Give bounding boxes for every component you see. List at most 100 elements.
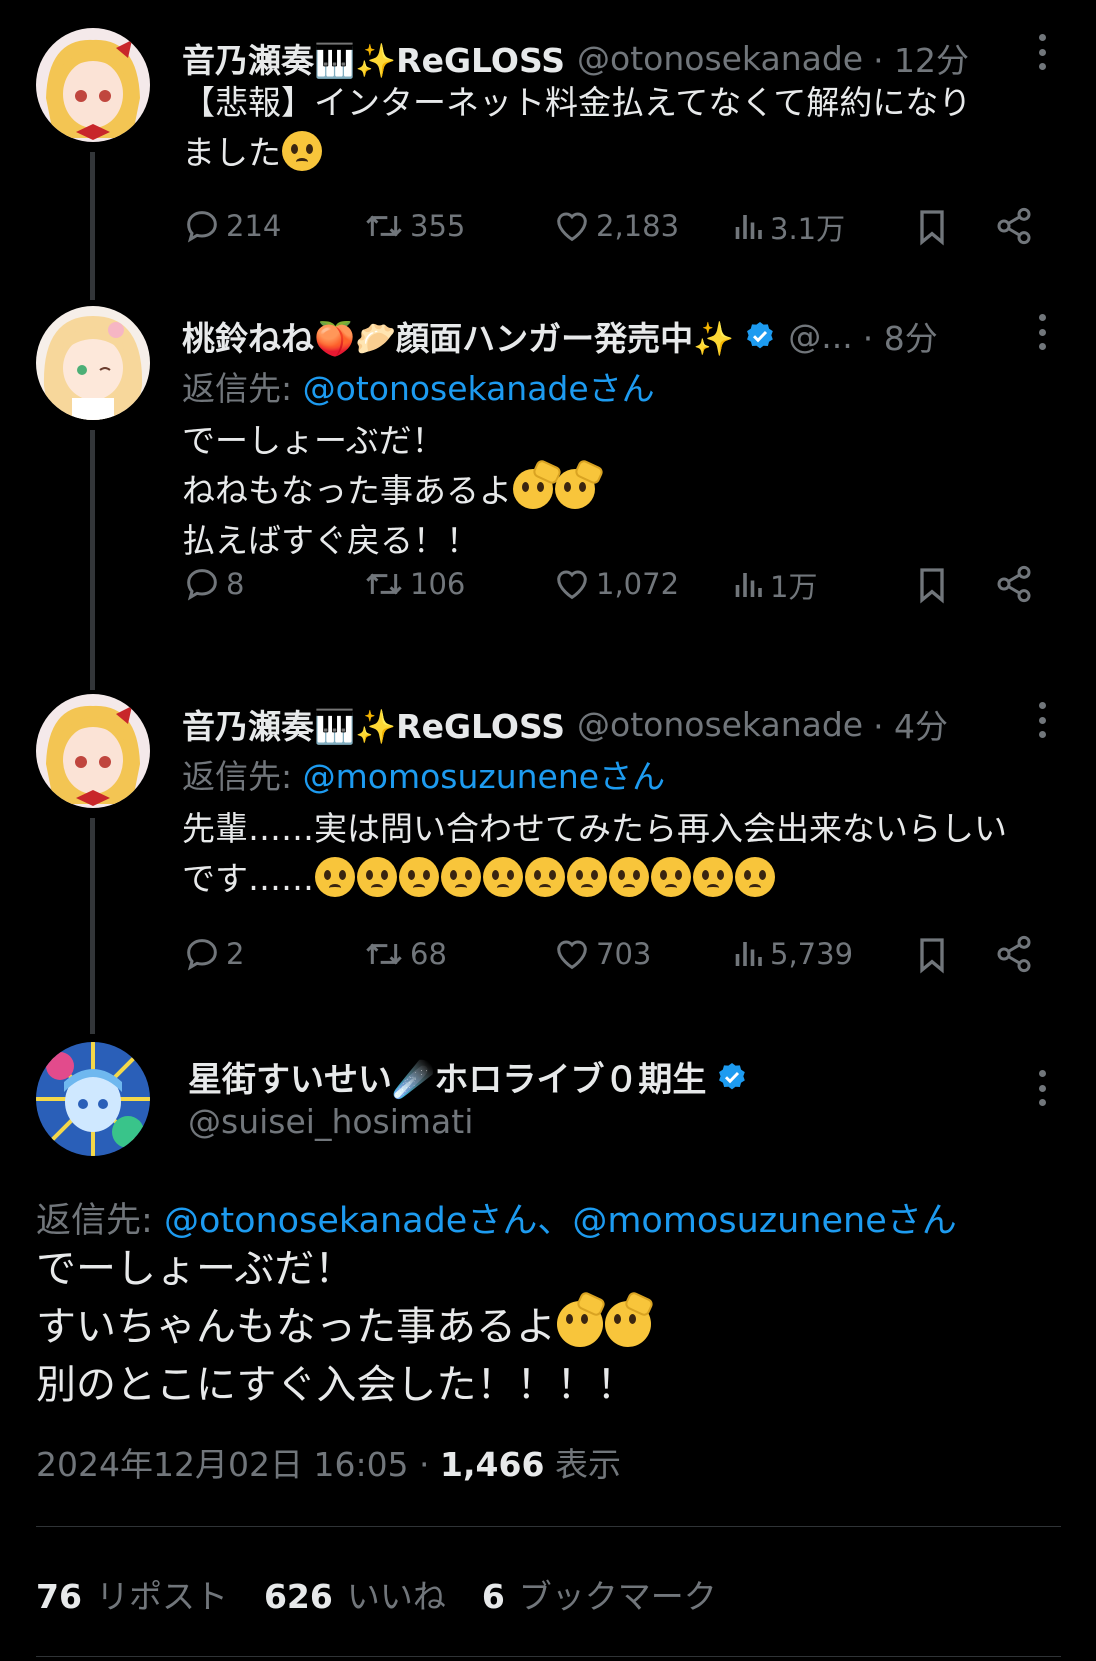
view-label: 表示 <box>554 1445 621 1484</box>
like-button[interactable]: 2,183 <box>552 206 679 246</box>
like-count: 703 <box>596 937 652 971</box>
author-name[interactable]: 桃鈴ねね🍑🥟顔面ハンガー発売中✨ <box>182 312 734 360</box>
bookmarks-count: 6 <box>481 1577 505 1616</box>
view-count: 1,466 <box>440 1445 545 1484</box>
more-icon[interactable] <box>1038 702 1046 738</box>
author-name[interactable]: 音乃瀬奏🎹✨ReGLOSS <box>182 700 565 748</box>
author-handle[interactable]: @otonosekanade <box>577 39 863 78</box>
verified-icon <box>719 1062 746 1089</box>
pleading-face-emoji <box>567 857 607 897</box>
reply-icon <box>187 569 217 601</box>
author-handle[interactable]: @otonosekanade <box>577 705 863 744</box>
likes-stat[interactable]: 626 いいね <box>264 1570 446 1618</box>
avatar[interactable] <box>36 28 150 142</box>
more-icon[interactable] <box>1038 34 1046 70</box>
timestamp[interactable]: · 8分 <box>863 312 938 360</box>
more-icon[interactable] <box>1038 1070 1046 1106</box>
reply-to-link[interactable]: @momosuzuneneさん <box>303 757 665 796</box>
reply-count: 214 <box>226 209 282 243</box>
share-button[interactable] <box>994 934 1038 974</box>
share-button[interactable] <box>994 564 1038 604</box>
reposts-stat[interactable]: 76 リポスト <box>36 1570 228 1618</box>
avatar[interactable] <box>36 694 150 808</box>
bookmark-icon <box>920 568 944 604</box>
tweet-line: 先輩……実は問い合わせてみたら再入会出来ないらしい <box>182 809 1007 848</box>
reply-to-link[interactable]: @otonosekanadeさん <box>303 369 655 408</box>
pleading-face-emoji <box>651 857 691 897</box>
avatar[interactable] <box>36 1042 150 1156</box>
like-button[interactable]: 1,072 <box>552 564 679 604</box>
post-date[interactable]: 2024年12月02日 16:05 · <box>36 1445 430 1484</box>
repost-button[interactable]: 355 <box>362 206 465 246</box>
saluting-face-emoji <box>605 1301 651 1347</box>
tweet-meta: 2024年12月02日 16:05 · 1,466 表示 <box>36 1438 621 1486</box>
like-icon <box>557 940 587 970</box>
saluting-face-emoji <box>557 1301 603 1347</box>
reply-to: 返信先: @otonosekanadeさん、@momosuzuneneさん <box>36 1192 957 1243</box>
likes-label: いいね <box>346 1577 446 1616</box>
repost-count: 355 <box>410 209 466 243</box>
pleading-face-emoji <box>693 857 733 897</box>
action-bar: 8 106 1,072 1万 <box>182 564 1062 608</box>
pleading-face-emoji <box>525 857 565 897</box>
pleading-face-emoji <box>399 857 439 897</box>
tweet-line: でーしょーぶだ！ <box>182 421 445 460</box>
action-bar: 214 355 2,183 3.1万 <box>182 206 1062 250</box>
verified-icon <box>747 322 774 349</box>
like-icon <box>557 570 587 600</box>
tweet-line: 払えばすぐ戻る！！ <box>182 521 479 560</box>
views-button[interactable]: 3.1万 <box>730 206 845 248</box>
like-count: 1,072 <box>596 567 680 601</box>
author-handle[interactable]: @suisei_hosimati <box>188 1102 473 1141</box>
timestamp[interactable]: · 12分 <box>873 34 969 82</box>
pleading-face-emoji <box>357 857 397 897</box>
bookmark-icon <box>920 938 944 974</box>
repost-button[interactable]: 68 <box>362 934 447 974</box>
tweet-text: 先輩……実は問い合わせてみたら再入会出来ないらしい です…… <box>182 804 1007 904</box>
bookmark-button[interactable] <box>912 564 956 606</box>
thread-tweet[interactable]: 音乃瀬奏🎹✨ReGLOSS @otonosekanade · 12分 【悲報】イ… <box>0 28 1096 268</box>
tweet-text: でーしょーぶだ！ ねねもなった事あるよ 払えばすぐ戻る！！ <box>182 416 596 566</box>
reply-count: 2 <box>226 937 245 971</box>
bookmark-button[interactable] <box>912 206 956 248</box>
views-button[interactable]: 5,739 <box>730 934 853 974</box>
author-name[interactable]: 音乃瀬奏🎹✨ReGLOSS <box>182 34 565 82</box>
pleading-face-emoji <box>282 131 322 171</box>
more-icon[interactable] <box>1038 314 1046 350</box>
pleading-face-emoji <box>315 857 355 897</box>
bookmarks-label: ブックマーク <box>518 1577 717 1616</box>
focused-tweet: 星街すいせい☄️ホロライブ０期生 @suisei_hosimati 返信先: @… <box>0 1042 1096 1512</box>
timestamp[interactable]: · 4分 <box>873 700 948 748</box>
tweet-line-text: ねねもなった事あるよ <box>182 471 512 510</box>
author-name[interactable]: 星街すいせい☄️ホロライブ０期生 <box>188 1052 706 1101</box>
repost-icon <box>366 215 402 237</box>
thread-tweet[interactable]: 桃鈴ねね🍑🥟顔面ハンガー発売中✨ @... · 8分 返信先: @otonose… <box>0 306 1096 646</box>
share-icon <box>997 565 1031 603</box>
thread-tweet[interactable]: 音乃瀬奏🎹✨ReGLOSS @otonosekanade · 4分 返信先: @… <box>0 694 1096 994</box>
like-button[interactable]: 703 <box>552 934 651 974</box>
like-count: 2,183 <box>596 209 680 243</box>
reply-button[interactable]: 8 <box>182 564 244 604</box>
reply-button[interactable]: 214 <box>182 206 281 246</box>
tweet-line-text: ました <box>182 133 281 172</box>
divider <box>36 1656 1061 1657</box>
views-count: 5,739 <box>770 937 854 971</box>
pleading-face-emoji <box>609 857 649 897</box>
repost-icon <box>366 573 402 595</box>
share-button[interactable] <box>994 206 1038 246</box>
repost-button[interactable]: 106 <box>362 564 465 604</box>
author-handle[interactable]: @... <box>788 317 852 356</box>
reply-to-link[interactable]: @otonosekanadeさん、@momosuzuneneさん <box>164 1201 957 1241</box>
views-button[interactable]: 1万 <box>730 564 817 606</box>
tweet-line: ました <box>182 128 971 178</box>
reply-to-label: 返信先: <box>36 1201 153 1241</box>
tweet-line: でーしょーぶだ！ <box>36 1246 355 1292</box>
tweet-line: 別のとこにすぐ入会した！！！！ <box>36 1362 637 1408</box>
tweet-text: 【悲報】インターネット料金払えてなくて解約になり ました <box>182 78 971 178</box>
bookmark-button[interactable] <box>912 934 956 976</box>
reply-to-label: 返信先: <box>182 757 293 796</box>
reply-button[interactable]: 2 <box>182 934 244 974</box>
avatar[interactable] <box>36 306 150 420</box>
like-icon <box>557 212 587 242</box>
bookmarks-stat[interactable]: 6 ブックマーク <box>482 1570 717 1618</box>
